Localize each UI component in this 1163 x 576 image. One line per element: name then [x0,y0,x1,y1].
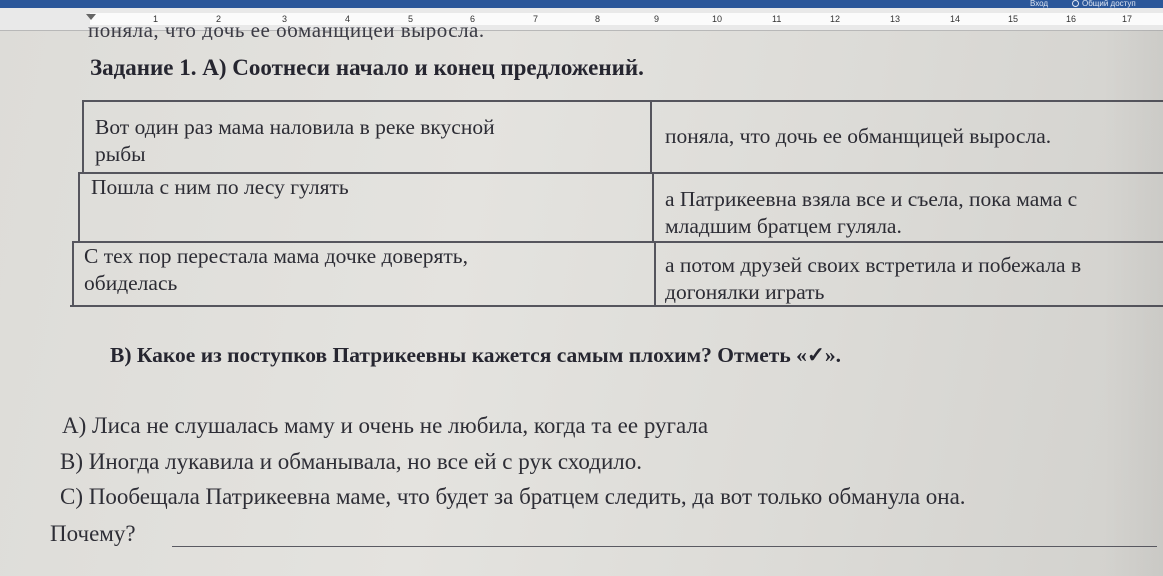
ruler-number: 7 [533,14,539,24]
ruler-number: 2 [216,14,222,24]
ruler-number: 10 [712,14,723,24]
ruler-number: 6 [470,14,476,24]
why-label: Почему? [50,521,136,546]
task-heading: Задание 1. А) Соотнеси начало и конец пр… [90,55,644,80]
document-page: Вход Общий доступ 1 2 3 4 5 6 7 8 9 10 1… [0,0,1163,576]
question-b: В) Какое из поступков Патрикеевны кажетс… [110,343,841,367]
table-cell-right: поняла, что дочь ее обманщицей выросла. [665,123,1051,150]
ruler-number: 13 [890,14,901,24]
table-cell-right: а Патрикеевна взяла все и съела, пока ма… [665,186,1077,240]
cell-line: младшим братцем гуляла. [665,214,902,238]
ruler-text-area [90,13,1163,25]
option-b[interactable]: В) Иногда лукавила и обманывала, но все … [60,448,642,476]
cut-off-text-line: поняла, что дочь ее обманщицей выросла. [88,26,485,40]
table-border [652,172,654,241]
ruler-number: 3 [282,14,288,24]
cell-line: а потом друзей своих встретила и побежал… [665,253,1082,277]
ruler-number: 5 [408,14,414,24]
person-icon [1072,0,1079,7]
share-label: Общий доступ [1082,0,1136,8]
cell-line: рыбы [95,142,146,166]
option-a[interactable]: А) Лиса не слушалась маму и очень не люб… [62,412,708,440]
cell-line: а Патрикеевна взяла все и съела, пока ма… [665,187,1078,211]
ruler-number: 16 [1066,14,1077,24]
ruler-number: 11 [772,14,782,24]
ruler-number: 14 [950,14,961,24]
ruler-number: 8 [595,14,601,24]
signin-link[interactable]: Вход [1030,0,1048,8]
ruler-number: 12 [830,14,841,24]
ruler-number: 9 [654,14,660,24]
ruler-number: 17 [1122,14,1133,24]
table-border [72,241,74,306]
table-cell-left: Вот один раз мама наловила в реке вкусно… [95,114,495,168]
cell-line: Вот один раз мама наловила в реке вкусно… [95,115,495,139]
ruler-number: 4 [345,14,351,24]
table-border [78,172,80,241]
cell-line: С тех пор перестала мама дочке доверять, [84,244,468,268]
share-button[interactable]: Общий доступ [1072,0,1136,8]
table-border [82,100,1163,102]
table-cell-left: Пошла с ним по лесу гулять [91,174,349,201]
indent-marker-icon[interactable] [86,14,96,20]
ruler-number: 15 [1008,14,1019,24]
cell-line: обиделась [84,271,178,295]
table-cell-left: С тех пор перестала мама дочке доверять,… [84,243,468,297]
cell-line: догонялки играть [665,280,825,304]
ribbon-bar: Вход Общий доступ [0,0,1163,8]
ruler-number: 1 [153,14,159,24]
answer-line[interactable] [172,546,1157,547]
matching-table: Вот один раз мама наловила в реке вкусно… [70,100,1163,308]
table-border [650,100,652,172]
cell-line: Пошла с ним по лесу гулять [91,175,349,199]
option-c[interactable]: С) Пообещала Патрикеевна маме, что будет… [60,483,966,511]
table-border [82,100,84,172]
table-border [654,241,656,306]
cell-line: поняла, что дочь ее обманщицей выросла. [665,124,1052,148]
table-cell-right: а потом друзей своих встретила и побежал… [665,252,1081,306]
